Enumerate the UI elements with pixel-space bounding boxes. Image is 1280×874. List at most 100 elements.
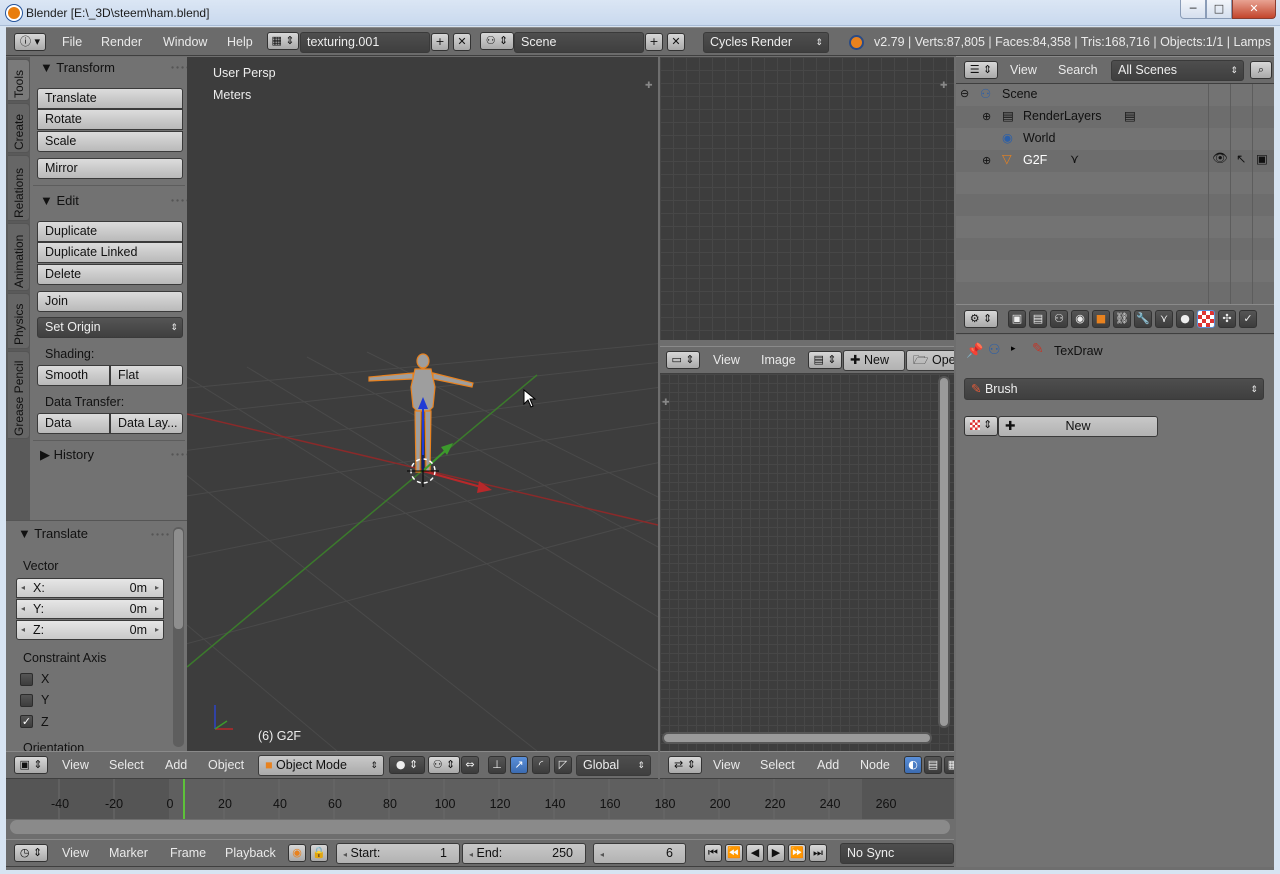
menu-help[interactable]: Help — [227, 35, 253, 49]
remove-scene-icon[interactable]: ✕ — [667, 33, 685, 51]
increment-arrow-icon[interactable]: ▸ — [155, 621, 159, 639]
browse-image-icon[interactable]: ▤ ⇕ — [808, 351, 842, 369]
play-reverse-icon[interactable]: ◀ — [746, 844, 764, 862]
close-button[interactable]: ✕ — [1232, 0, 1276, 19]
new-texture-button[interactable]: ✚ New — [998, 416, 1158, 437]
editor-type-3dview-icon[interactable]: ▣ ⇕ — [14, 756, 48, 774]
tab-animation[interactable]: Animation — [8, 223, 30, 291]
editor-type-info-icon[interactable]: ⓘ ▾ — [14, 33, 46, 51]
increment-arrow-icon[interactable]: ▸ — [155, 579, 159, 597]
menu-render[interactable]: Render — [101, 35, 142, 49]
timeline-scrollbar[interactable] — [10, 820, 950, 834]
node-menu-add[interactable]: Add — [817, 758, 839, 772]
uv-image-top-area[interactable]: ✚ — [660, 57, 954, 340]
mirror-button[interactable]: Mirror — [37, 158, 183, 179]
scene-selector-icon[interactable]: ⚇ ⇕ — [480, 32, 514, 50]
minimize-button[interactable]: ─ — [1180, 0, 1206, 19]
drag-grip-icon[interactable]: ∙∙∙∙ — [150, 530, 170, 539]
duplicate-linked-button[interactable]: Duplicate Linked — [37, 242, 183, 263]
scrollbar-thumb[interactable] — [940, 378, 948, 726]
3d-viewport[interactable]: User Persp Meters (6) G2F ✚ — [187, 57, 658, 751]
expand-toggle-icon[interactable]: ⊕ — [982, 154, 991, 167]
tab-create[interactable]: Create — [8, 103, 30, 153]
screen-layout-field[interactable]: texturing.001 — [300, 32, 430, 53]
vector-y-field[interactable]: ◂ Y: 0m ▸ — [16, 599, 164, 619]
scale-button[interactable]: Scale — [37, 131, 183, 152]
decrement-arrow-icon[interactable]: ◂ — [21, 621, 25, 639]
material-tab-icon[interactable]: ● — [1176, 310, 1194, 328]
editor-type-properties-icon[interactable]: ⚙ ⇕ — [964, 310, 998, 328]
outliner-display-mode-dropdown[interactable]: All Scenes ⇕ — [1111, 60, 1244, 81]
add-screen-icon[interactable]: + — [431, 33, 449, 51]
viewport-shading-icon[interactable]: ● ⇕ — [389, 756, 425, 774]
constraint-z-checkbox[interactable]: ✓ — [20, 715, 33, 728]
browse-texture-icon[interactable]: ⇕ — [964, 416, 998, 436]
next-keyframe-icon[interactable]: ⏩ — [788, 844, 806, 862]
node-menu-node[interactable]: Node — [860, 758, 890, 772]
area-corner-icon[interactable]: ✚ — [645, 81, 653, 91]
manipulator-toggle-icon[interactable]: ⇔ — [461, 756, 479, 774]
outliner-item-renderlayers[interactable]: RenderLayers — [1023, 109, 1102, 123]
renderlayers-tab-icon[interactable]: ▤ — [1029, 310, 1047, 328]
operator-panel-header[interactable]: ▼ Translate — [18, 526, 88, 541]
scene-field[interactable]: Scene — [514, 32, 644, 53]
smooth-button[interactable]: Smooth — [37, 365, 110, 386]
area-corner-icon[interactable]: ✚ — [662, 398, 670, 408]
node-menu-view[interactable]: View — [713, 758, 740, 772]
outliner-menu-view[interactable]: View — [1010, 63, 1037, 77]
image-vscrollbar[interactable] — [938, 376, 950, 728]
viewport-menu-add[interactable]: Add — [165, 758, 187, 772]
transform-manipulator[interactable] — [387, 387, 527, 527]
collapse-toggle-icon[interactable]: ⊖ — [960, 87, 969, 100]
delete-button[interactable]: Delete — [37, 264, 183, 285]
node-menu-select[interactable]: Select — [760, 758, 795, 772]
image-menu-view[interactable]: View — [713, 353, 740, 367]
constraint-x-checkbox[interactable] — [20, 673, 33, 686]
menu-window[interactable]: Window — [163, 35, 207, 49]
render-tab-icon[interactable]: ▣ — [1008, 310, 1026, 328]
join-button[interactable]: Join — [37, 291, 183, 312]
open-image-button[interactable]: 🗁 Ope — [906, 350, 954, 371]
editor-type-timeline-icon[interactable]: ◷ ⇕ — [14, 844, 48, 862]
world-tab-icon[interactable]: ◉ — [1071, 310, 1089, 328]
data-transfer-button[interactable]: Data — [37, 413, 110, 434]
current-frame-field[interactable]: ◂ 6 — [593, 843, 686, 864]
menu-file[interactable]: File — [62, 35, 82, 49]
outliner-item-g2f[interactable]: G2F — [1023, 153, 1047, 167]
timeline-menu-marker[interactable]: Marker — [109, 846, 148, 860]
mode-dropdown[interactable]: ■ Object Mode ⇕ — [258, 755, 384, 776]
tab-tools[interactable]: Tools — [8, 59, 30, 101]
render-camera-icon[interactable]: ▣ — [1256, 151, 1268, 166]
tab-physics[interactable]: Physics — [8, 293, 30, 349]
particles-tab-icon[interactable]: ✣ — [1218, 310, 1236, 328]
modifiers-tab-icon[interactable]: 🔧 — [1134, 310, 1152, 328]
pin-icon[interactable]: 📌 — [966, 343, 983, 359]
sync-mode-dropdown[interactable]: No Sync — [840, 843, 954, 864]
outliner-item-world[interactable]: World — [1023, 131, 1055, 145]
new-image-button[interactable]: ✚ New — [843, 350, 905, 371]
translate-button[interactable]: Translate — [37, 88, 183, 109]
decrement-arrow-icon[interactable]: ◂ — [21, 600, 25, 618]
tab-grease-pencil[interactable]: Grease Pencil — [8, 351, 30, 439]
data-tab-icon[interactable]: ⋎ — [1155, 310, 1173, 328]
transform-orientation-dropdown[interactable]: Global ⇕ — [576, 755, 651, 776]
history-panel-header[interactable]: ▶ History — [40, 447, 94, 463]
timeline-area[interactable] — [6, 779, 954, 819]
timeline-menu-view[interactable]: View — [62, 846, 89, 860]
physics-tab-icon[interactable]: ✓ — [1239, 310, 1257, 328]
record-keyframe-icon[interactable]: ◉ — [288, 844, 306, 862]
tab-relations[interactable]: Relations — [8, 155, 30, 221]
brush-dropdown[interactable]: ✎ Brush ⇕ — [964, 378, 1264, 400]
editor-type-outliner-icon[interactable]: ☰ ⇕ — [964, 61, 998, 79]
render-engine-dropdown[interactable]: Cycles Render ⇕ — [703, 32, 829, 53]
edit-panel-header[interactable]: ▼ Edit — [40, 193, 79, 208]
start-frame-field[interactable]: ◂ Start: 1 — [336, 843, 460, 864]
editor-type-image-icon[interactable]: ▭ ⇕ — [666, 351, 700, 369]
viewport-menu-object[interactable]: Object — [208, 758, 244, 772]
decrement-arrow-icon[interactable]: ◂ — [469, 850, 473, 859]
search-icon[interactable]: ⌕ — [1250, 61, 1272, 79]
duplicate-button[interactable]: Duplicate — [37, 221, 183, 242]
outliner-menu-search[interactable]: Search — [1058, 63, 1098, 77]
viewport-menu-select[interactable]: Select — [109, 758, 144, 772]
rotate-manipulator-icon[interactable]: ◜ — [532, 756, 550, 774]
